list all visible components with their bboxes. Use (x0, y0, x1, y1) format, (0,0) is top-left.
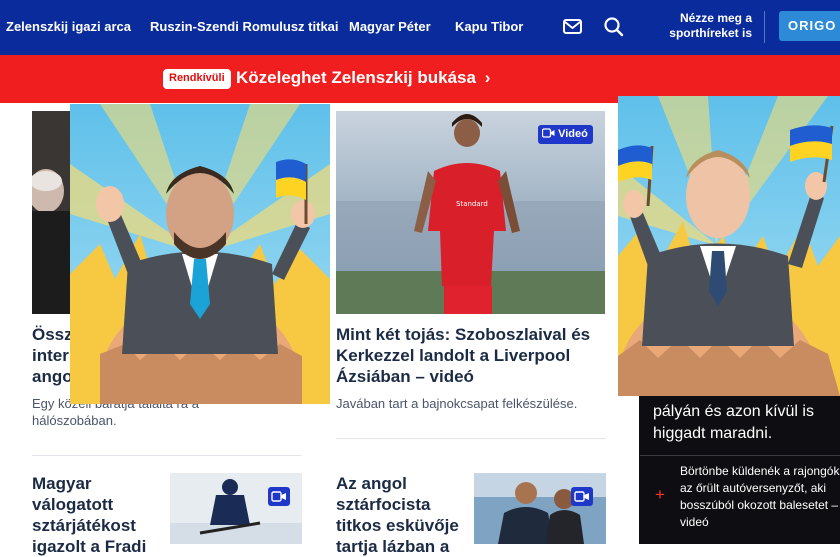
origo-sport-button[interactable]: ORIGO S (779, 11, 840, 41)
article-divider (336, 438, 606, 439)
center-article-lead: Javában tart a bajnokcsapat felkészülése… (336, 396, 578, 411)
chevron-right-icon: › (484, 68, 491, 87)
breaking-headline[interactable]: Közeleghet Zelenszkij bukása › (236, 68, 490, 88)
svg-text:Standard: Standard (456, 200, 488, 208)
right-article-headline[interactable]: pályán és azon kívül is higgadt maradni. (653, 401, 840, 445)
nav-link-zelenszkij[interactable]: Zelenszkij igazi arca (6, 19, 131, 34)
video-camera-icon (271, 491, 286, 502)
nav-link-kapu-tibor[interactable]: Kapu Tibor (455, 19, 523, 34)
left-small-article-headline[interactable]: Magyar válogatott sztárjátékost igazolt … (32, 473, 162, 557)
video-badge: Videó (538, 125, 593, 144)
nav-link-ruszin-szendi[interactable]: Ruszin-Szendi Romulusz titkai (150, 19, 339, 34)
breaking-badge: Rendkívüli (163, 69, 231, 89)
nav-divider (764, 11, 765, 43)
breaking-headline-text: Közeleghet Zelenszkij bukása (236, 68, 476, 87)
article-divider (32, 455, 302, 456)
right-related-article[interactable]: Börtönbe küldenék a rajongók az őrült au… (680, 463, 840, 531)
video-camera-icon (574, 491, 589, 502)
video-badge (571, 487, 593, 506)
center-small-article-headline[interactable]: Az angol sztárfocista titkos esküvője ta… (336, 473, 466, 557)
nav-link-magyar-peter[interactable]: Magyar Péter (349, 19, 431, 34)
left-small-article-image[interactable] (170, 473, 302, 544)
video-badge (268, 487, 290, 506)
video-camera-icon (541, 128, 555, 138)
mail-icon[interactable] (562, 15, 586, 39)
center-small-article-image[interactable] (474, 473, 606, 544)
center-article-headline[interactable]: Mint két tojás: Szoboszlaival és Kerkezz… (336, 324, 604, 387)
sport-news-link[interactable]: Nézze meg a sporthíreket is (664, 11, 752, 41)
dark-panel-divider (640, 455, 840, 456)
magyar-peter-egg-sticker (618, 96, 840, 396)
top-navigation-bar: Zelenszkij igazi arca Ruszin-Szendi Romu… (0, 0, 840, 55)
plus-icon: + (655, 485, 665, 504)
zelensky-egg-sticker (70, 104, 330, 404)
search-icon[interactable] (602, 15, 626, 39)
